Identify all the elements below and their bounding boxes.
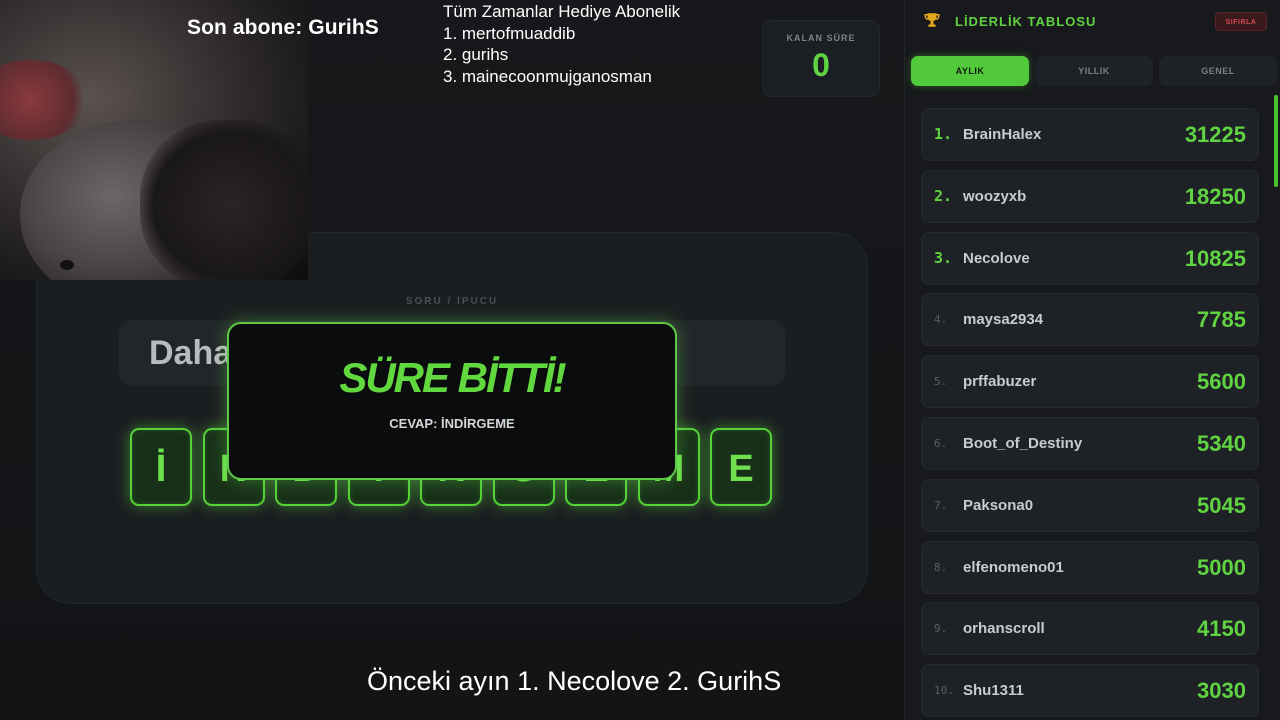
player-score: 7785 bbox=[1197, 307, 1246, 333]
player-score: 3030 bbox=[1197, 678, 1246, 704]
rank-number: 2. bbox=[934, 186, 953, 205]
player-score: 4150 bbox=[1197, 616, 1246, 642]
player-name: Necolove bbox=[963, 249, 1030, 267]
last-subscriber-text: Son abone: GurihS bbox=[187, 16, 379, 39]
rank-number: 4. bbox=[934, 313, 948, 327]
player-score: 31225 bbox=[1184, 122, 1246, 147]
leaderboard-row: 4. maysa2934 7785 bbox=[921, 293, 1259, 347]
alltime-entry: 2. gurihs bbox=[443, 45, 509, 64]
player-name: woozyxb bbox=[963, 187, 1027, 205]
player-name: orhanscroll bbox=[963, 620, 1045, 638]
remaining-time-box: KALAN SÜRE 0 bbox=[762, 20, 880, 97]
player-name: Paksona0 bbox=[963, 496, 1034, 514]
rank-number: 7. bbox=[934, 498, 948, 512]
leaderboard-row: 6. Boot_of_Destiny 5340 bbox=[921, 417, 1259, 470]
player-score: 5000 bbox=[1197, 554, 1246, 580]
leaderboard-row: 7. Paksona0 5045 bbox=[921, 478, 1259, 532]
leaderboard-row: 8. elfenomeno01 5000 bbox=[921, 540, 1259, 594]
rank-number: 6. bbox=[934, 437, 948, 450]
previous-month-winners: Önceki ayın 1. Necolove 2. GurihS bbox=[367, 666, 782, 696]
letter-tile: E bbox=[710, 428, 772, 506]
leaderboard-header: LİDERLİK TABLOSU SIFIRLA bbox=[905, 0, 1280, 42]
tab-monthly[interactable]: AYLIK bbox=[911, 56, 1029, 86]
game-stage: SORU / İPUCU Daha basit hale getirme, az… bbox=[0, 0, 904, 720]
leaderboard-row: 5. prffabuzer 5600 bbox=[921, 355, 1259, 409]
leaderboard-row: 9. orhanscroll 4150 bbox=[921, 602, 1259, 656]
rank-number: 10. bbox=[934, 684, 954, 698]
answer-text: CEVAP: İNDİRGEME bbox=[389, 416, 515, 431]
player-score: 5045 bbox=[1197, 492, 1246, 518]
alltime-gift-list: Tüm Zamanlar Hediye Abonelik 1. mertofmu… bbox=[443, 1, 680, 87]
leaderboard-scrollbar[interactable] bbox=[1274, 95, 1278, 187]
player-name: maysa2934 bbox=[963, 311, 1044, 329]
alltime-entry: 3. mainecoonmujganosman bbox=[443, 66, 652, 86]
player-score: 5600 bbox=[1197, 369, 1246, 395]
question-label: SORU / İPUCU bbox=[405, 296, 499, 307]
rank-number: 5. bbox=[934, 375, 948, 389]
time-up-modal: SÜRE BİTTİ! CEVAP: İNDİRGEME bbox=[227, 322, 677, 480]
leaderboard-row: 2. woozyxb 18250 bbox=[921, 169, 1259, 223]
timer-value: 0 bbox=[812, 47, 830, 83]
leaderboard-row: 10. Shu1311 3030 bbox=[921, 664, 1259, 718]
rank-number: 9. bbox=[934, 622, 948, 636]
tab-yearly[interactable]: YILLIK bbox=[1035, 56, 1153, 86]
rank-number: 1. bbox=[934, 125, 953, 143]
leaderboard-title: LİDERLİK TABLOSU bbox=[955, 14, 1097, 29]
player-name: BrainHalex bbox=[963, 126, 1042, 143]
leaderboard-row: 1. BrainHalex 31225 bbox=[921, 108, 1259, 161]
modal-title: SÜRE BİTTİ! bbox=[339, 354, 566, 401]
alltime-entry: 1. mertofmuaddib bbox=[443, 23, 576, 43]
player-score: 18250 bbox=[1184, 183, 1246, 209]
rank-number: 3. bbox=[934, 248, 953, 267]
webcam-feed bbox=[0, 0, 308, 280]
player-name: Shu1311 bbox=[963, 682, 1024, 700]
timer-label: KALAN SÜRE bbox=[786, 33, 856, 43]
leaderboard-row: 3. Necolove 10825 bbox=[921, 231, 1259, 285]
player-name: Boot_of_Destiny bbox=[963, 435, 1083, 452]
reset-button[interactable]: SIFIRLA bbox=[1215, 12, 1267, 31]
letter-tile: İ bbox=[130, 428, 192, 506]
player-score: 5340 bbox=[1197, 431, 1246, 456]
tab-overall[interactable]: GENEL bbox=[1159, 56, 1277, 86]
leaderboard-panel: LİDERLİK TABLOSU SIFIRLA AYLIK YILLIK GE… bbox=[904, 0, 1280, 720]
player-name: prffabuzer bbox=[963, 373, 1037, 391]
alltime-title: Tüm Zamanlar Hediye Abonelik bbox=[443, 2, 681, 21]
trophy-icon bbox=[924, 13, 940, 27]
player-name: elfenomeno01 bbox=[963, 558, 1064, 576]
player-score: 10825 bbox=[1184, 245, 1246, 271]
rank-number: 8. bbox=[934, 560, 948, 574]
